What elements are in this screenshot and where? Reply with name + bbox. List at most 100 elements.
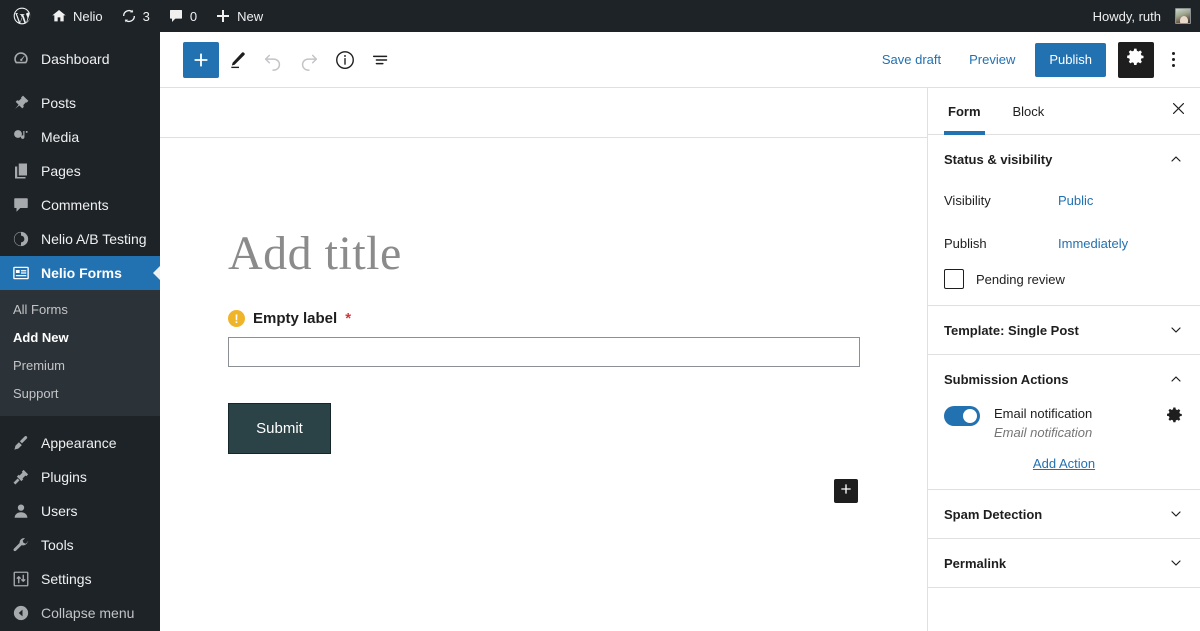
editor-canvas[interactable]: Add title ! Empty label * Submit — [160, 138, 927, 631]
publish-button[interactable]: Publish — [1035, 42, 1106, 77]
collapse-menu-button[interactable]: Collapse menu — [0, 596, 160, 630]
wordpress-logo-icon — [12, 6, 32, 26]
panel-header[interactable]: Template: Single Post — [944, 306, 1184, 354]
wordpress-logo-button[interactable] — [0, 0, 42, 32]
panel-body: Visibility Public Publish Immediately Pe… — [944, 183, 1184, 305]
pencil-icon — [226, 49, 248, 71]
avatar — [1175, 8, 1191, 24]
publish-row[interactable]: Publish Immediately — [944, 226, 1184, 260]
sidebar-item-label: Pages — [41, 163, 81, 179]
chevron-up-icon — [1168, 371, 1184, 387]
email-notification-toggle[interactable] — [944, 406, 980, 426]
panel-submission-actions: Submission Actions Email notification Em… — [928, 355, 1200, 490]
sidebar-item-nelio-ab-testing[interactable]: Nelio A/B Testing — [0, 222, 160, 256]
pending-review-checkbox[interactable] — [944, 269, 964, 289]
publish-value[interactable]: Immediately — [1058, 236, 1128, 251]
list-view-icon — [370, 49, 392, 71]
settings-inspector-sidebar: Form Block Status & visibility Visibilit… — [927, 88, 1200, 631]
undo-button[interactable] — [255, 42, 291, 78]
tab-block[interactable]: Block — [997, 88, 1061, 134]
settings-sidebar-toggle[interactable] — [1118, 41, 1154, 78]
sidebar-item-plugins[interactable]: Plugins — [0, 460, 160, 494]
add-block-button[interactable] — [183, 41, 219, 78]
panel-header[interactable]: Permalink — [944, 539, 1184, 587]
pages-icon — [11, 161, 31, 181]
submenu-item-add-new[interactable]: Add New — [0, 324, 160, 352]
gear-icon — [1126, 47, 1146, 72]
sidebar-item-appearance[interactable]: Appearance — [0, 426, 160, 460]
sidebar-item-label: Nelio Forms — [41, 265, 122, 281]
submenu-item-all-forms[interactable]: All Forms — [0, 296, 160, 324]
gear-icon — [1166, 406, 1184, 429]
sidebar-item-nelio-forms[interactable]: Nelio Forms — [0, 256, 160, 290]
editor-toolbar-left — [183, 41, 399, 78]
comments-button[interactable]: 0 — [159, 0, 206, 32]
pending-review-row[interactable]: Pending review — [944, 269, 1184, 289]
sidebar-item-media[interactable]: Media — [0, 120, 160, 154]
sidebar-item-users[interactable]: Users — [0, 494, 160, 528]
updates-button[interactable]: 3 — [112, 0, 159, 32]
chevron-up-icon — [1168, 151, 1184, 167]
plug-icon — [11, 467, 31, 487]
preview-button[interactable]: Preview — [957, 44, 1027, 76]
new-content-label: New — [237, 8, 264, 24]
post-title-input[interactable]: Add title — [228, 227, 402, 281]
new-content-button[interactable]: New — [206, 0, 272, 32]
panel-header[interactable]: Spam Detection — [944, 490, 1184, 538]
details-button[interactable] — [327, 42, 363, 78]
form-submit-button[interactable]: Submit — [228, 403, 331, 454]
sidebar-item-label: Posts — [41, 95, 77, 111]
sidebar-item-tools[interactable]: Tools — [0, 528, 160, 562]
menu-top-spacer — [0, 32, 160, 42]
visibility-row[interactable]: Visibility Public — [944, 183, 1184, 217]
sidebar-item-label: Appearance — [41, 435, 117, 451]
comment-icon — [168, 8, 184, 24]
panel-spam-detection: Spam Detection — [928, 490, 1200, 539]
canvas-add-block-button[interactable] — [834, 479, 858, 503]
form-field-block[interactable]: ! Empty label * — [228, 310, 860, 367]
panel-template: Template: Single Post — [928, 306, 1200, 355]
redo-button[interactable] — [291, 42, 327, 78]
settings-icon — [11, 569, 31, 589]
panel-title: Submission Actions — [944, 371, 1069, 387]
more-options-button[interactable] — [1158, 42, 1188, 78]
panel-header[interactable]: Status & visibility — [944, 135, 1184, 183]
sidebar-item-pages[interactable]: Pages — [0, 154, 160, 188]
panel-status-visibility: Status & visibility Visibility Public Pu… — [928, 135, 1200, 306]
tools-button[interactable] — [219, 42, 255, 78]
list-view-button[interactable] — [363, 42, 399, 78]
close-sidebar-button[interactable] — [1156, 88, 1200, 134]
ab-testing-icon — [11, 229, 31, 249]
editor-subheader — [160, 88, 927, 138]
sidebar-item-dashboard[interactable]: Dashboard — [0, 42, 160, 76]
sidebar-item-comments[interactable]: Comments — [0, 188, 160, 222]
sidebar-item-label: Tools — [41, 537, 74, 553]
submenu-item-support[interactable]: Support — [0, 380, 160, 408]
panel-title: Permalink — [944, 555, 1007, 571]
form-text-input[interactable] — [228, 337, 860, 367]
field-label-text: Empty label — [253, 310, 338, 327]
save-draft-button[interactable]: Save draft — [870, 44, 953, 76]
editor-header: Save draft Preview Publish — [160, 32, 1200, 88]
brush-icon — [11, 433, 31, 453]
undo-icon — [262, 49, 284, 71]
panel-header[interactable]: Submission Actions — [944, 355, 1184, 403]
sidebar-item-posts[interactable]: Posts — [0, 86, 160, 120]
sidebar-item-settings[interactable]: Settings — [0, 562, 160, 596]
action-settings-button[interactable] — [1166, 406, 1184, 429]
admin-sidebar-menu: Dashboard Posts Media Pages Comments Nel… — [0, 32, 160, 631]
account-menu[interactable]: Howdy, ruth — [1084, 0, 1200, 32]
submission-action-item: Email notification Email notification — [944, 403, 1184, 443]
inspector-tabs: Form Block — [928, 88, 1200, 135]
visibility-value[interactable]: Public — [1058, 193, 1093, 208]
panel-permalink: Permalink — [928, 539, 1200, 588]
sidebar-item-label: Settings — [41, 571, 92, 587]
add-action-link[interactable]: Add Action — [1033, 456, 1095, 471]
tab-form[interactable]: Form — [932, 88, 997, 135]
submenu-item-premium[interactable]: Premium — [0, 352, 160, 380]
field-label: ! Empty label * — [228, 310, 860, 327]
site-name-button[interactable]: Nelio — [42, 0, 112, 32]
chevron-down-icon — [1168, 555, 1184, 571]
action-texts: Email notification Email notification — [994, 405, 1152, 443]
action-subtitle: Email notification — [994, 425, 1093, 440]
